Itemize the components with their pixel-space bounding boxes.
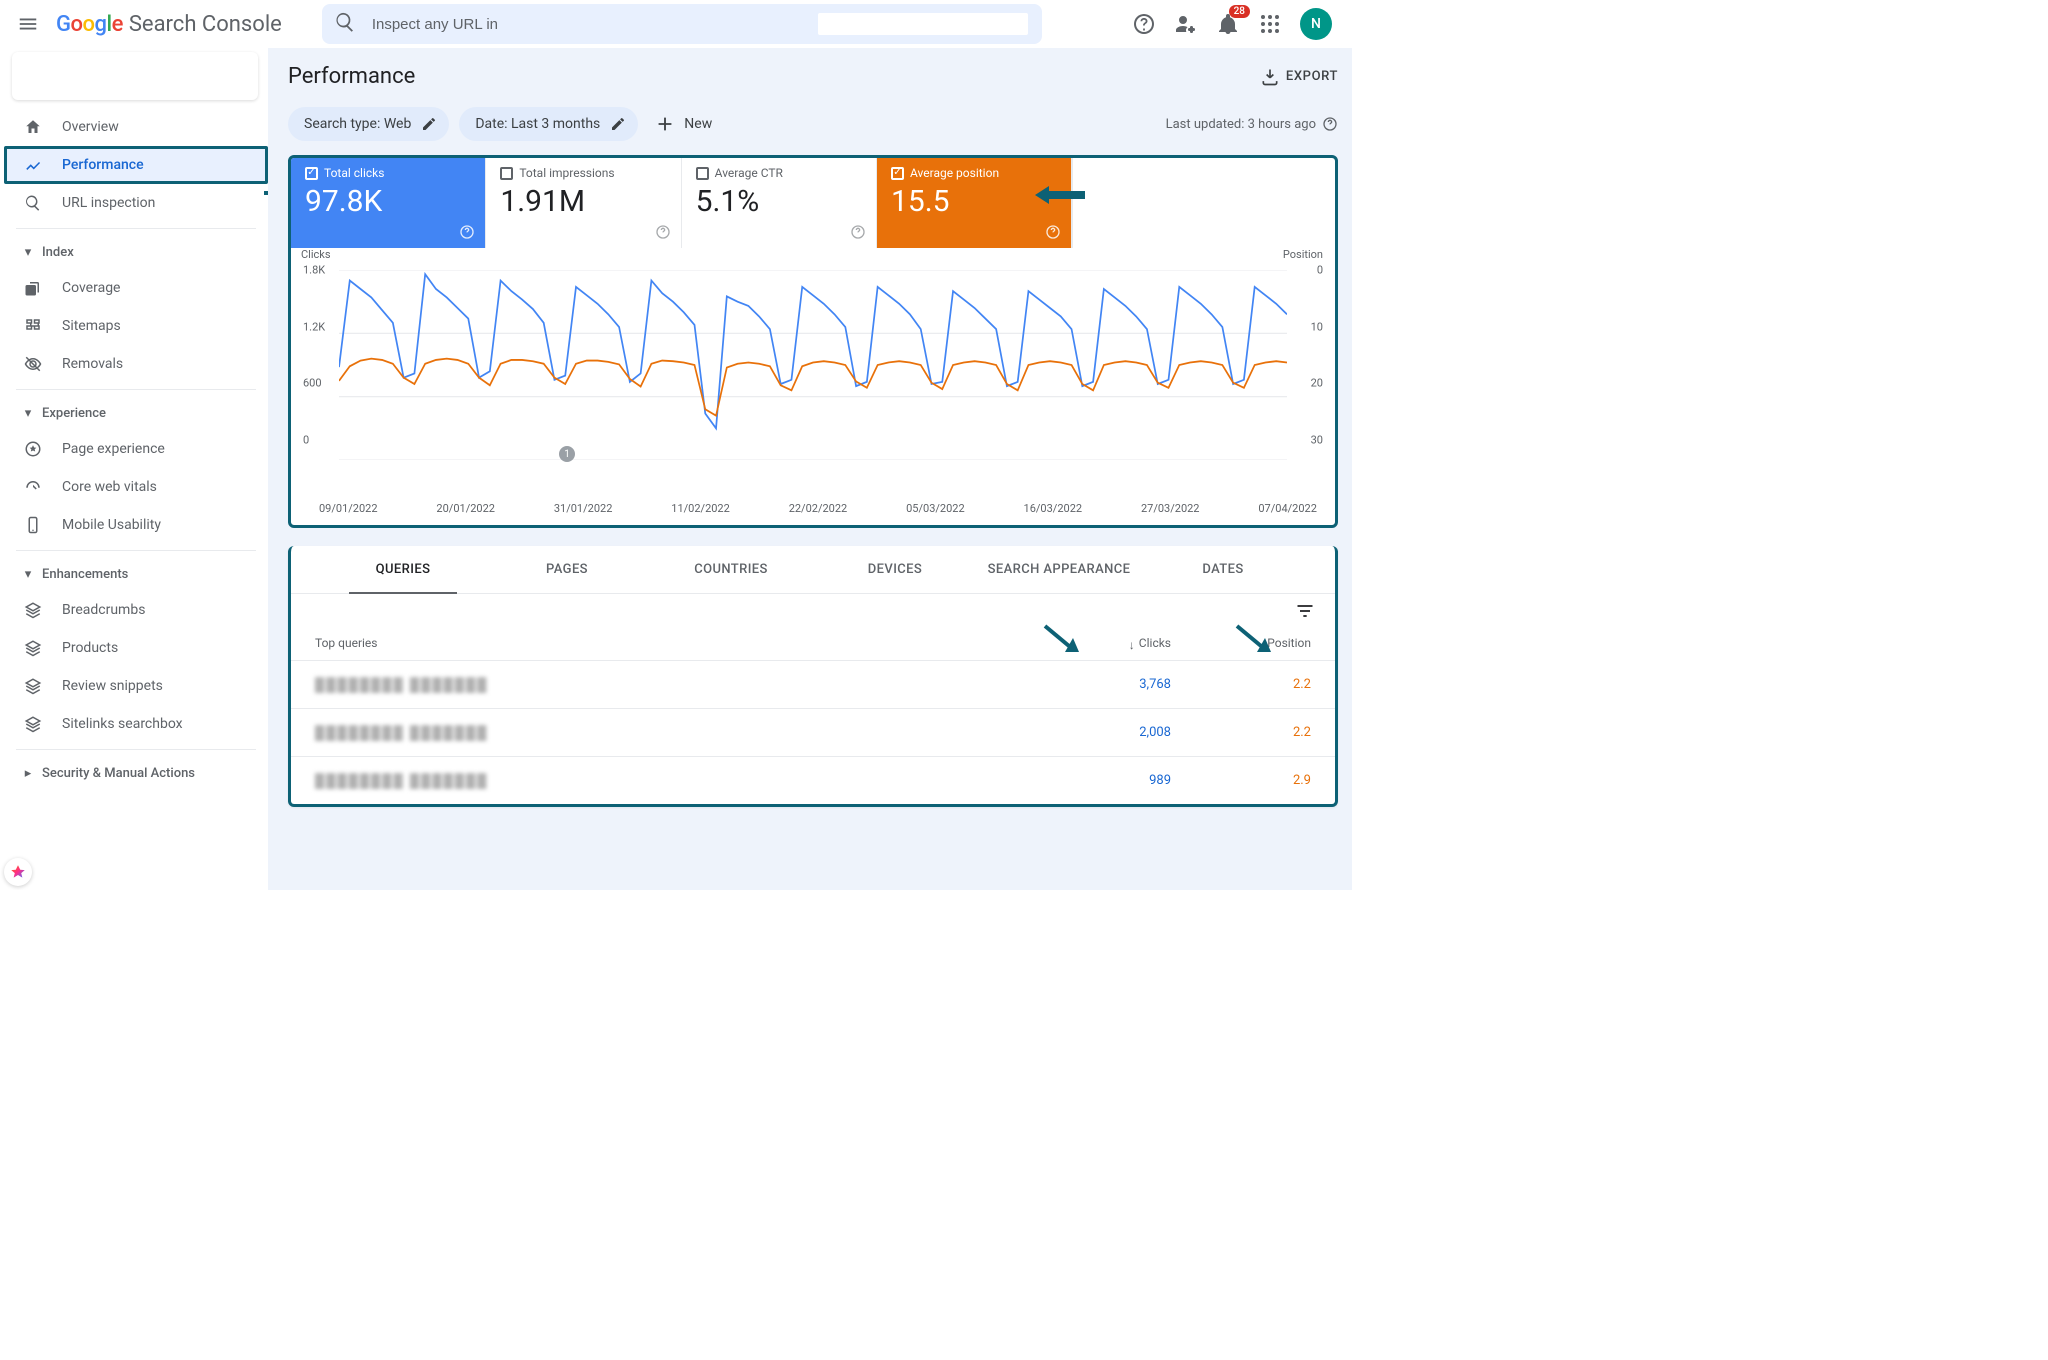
notifications-badge: 28	[1229, 5, 1250, 18]
checkbox-icon	[500, 167, 513, 180]
tab-countries[interactable]: COUNTRIES	[649, 546, 813, 593]
home-icon	[22, 118, 44, 136]
metric-average-ctr[interactable]: Average CTR 5.1%	[682, 158, 877, 248]
sidebar-item-coverage[interactable]: Coverage	[4, 269, 268, 307]
tab-search-appearance[interactable]: SEARCH APPEARANCE	[977, 546, 1141, 593]
layers-icon	[22, 601, 44, 619]
search-icon	[334, 11, 356, 37]
last-updated: Last updated: 3 hours ago	[1166, 116, 1338, 132]
sidebar-item-products[interactable]: Products	[4, 629, 268, 667]
sidebar-group-experience[interactable]: ▾Experience	[4, 396, 268, 430]
hamburger-menu[interactable]	[8, 4, 48, 44]
metric-blank	[1072, 158, 1335, 248]
tab-pages[interactable]: PAGES	[485, 546, 649, 593]
metric-total-impressions[interactable]: Total impressions 1.91M	[486, 158, 681, 248]
plus-icon	[654, 113, 676, 135]
checkbox-icon	[696, 167, 709, 180]
add-filter-button[interactable]: New	[654, 113, 712, 135]
extension-badge-icon[interactable]	[4, 858, 32, 886]
sidebar-item-label: URL inspection	[62, 195, 155, 211]
filter-icon[interactable]	[1295, 601, 1315, 621]
chip-search-type[interactable]: Search type: Web	[288, 107, 449, 141]
layers-icon	[22, 639, 44, 657]
phone-icon	[22, 516, 44, 534]
eye-off-icon	[22, 355, 44, 373]
table-row[interactable]: ████████ ███████2,0082.2	[291, 708, 1335, 756]
sort-desc-icon: ↓	[1129, 638, 1135, 652]
chart-card: Total clicks 97.8K Total impressions 1.9…	[288, 155, 1338, 528]
sidebar-item-mobile-usability[interactable]: Mobile Usability	[4, 506, 268, 544]
notifications-icon[interactable]: 28	[1216, 12, 1240, 36]
sidebar-item-sitemaps[interactable]: Sitemaps	[4, 307, 268, 345]
main-content: Performance EXPORT Search type: Web Date…	[268, 48, 1352, 890]
checkbox-icon	[305, 167, 318, 180]
sidebar-group-security[interactable]: ▸Security & Manual Actions	[4, 756, 268, 790]
pencil-icon	[421, 116, 437, 132]
help-small-icon[interactable]	[459, 224, 475, 240]
table-row[interactable]: ████████ ███████3,7682.2	[291, 660, 1335, 708]
google-logo: Google Search Console	[56, 12, 282, 37]
sidebar: Overview Performance URL inspection ▾Ind…	[0, 48, 268, 890]
help-small-icon[interactable]	[1322, 116, 1338, 132]
sidebar-item-core-web-vitals[interactable]: Core web vitals	[4, 468, 268, 506]
sidebar-item-breadcrumbs[interactable]: Breadcrumbs	[4, 591, 268, 629]
pencil-icon	[610, 116, 626, 132]
search-small-icon	[22, 194, 44, 212]
sidebar-item-performance[interactable]: Performance	[4, 146, 268, 184]
sidebar-group-enhancements[interactable]: ▾Enhancements	[4, 557, 268, 591]
sidebar-item-page-experience[interactable]: Page experience	[4, 430, 268, 468]
sidebar-item-url-inspection[interactable]: URL inspection	[4, 184, 268, 222]
sidebar-item-sitelinks-searchbox[interactable]: Sitelinks searchbox	[4, 705, 268, 743]
help-icon[interactable]	[1132, 12, 1156, 36]
product-name: Search Console	[129, 12, 282, 37]
performance-chart[interactable]: Clicks Position 1 06001.2K1.8K0102030	[291, 248, 1335, 498]
url-search[interactable]	[322, 4, 1042, 44]
gauge-icon	[22, 478, 44, 496]
tab-queries[interactable]: QUERIES	[321, 546, 485, 593]
star-circle-icon	[22, 440, 44, 458]
sidebar-item-label: Performance	[62, 157, 144, 173]
metric-total-clicks[interactable]: Total clicks 97.8K	[291, 158, 486, 248]
tab-devices[interactable]: DEVICES	[813, 546, 977, 593]
avatar[interactable]: N	[1300, 8, 1332, 40]
checkbox-icon	[891, 167, 904, 180]
sidebar-item-review-snippets[interactable]: Review snippets	[4, 667, 268, 705]
layers-icon	[22, 677, 44, 695]
chip-date[interactable]: Date: Last 3 months	[459, 107, 638, 141]
copy-icon	[22, 279, 44, 297]
table-row[interactable]: ████████ ███████9892.9	[291, 756, 1335, 804]
result-tabs: QUERIESPAGESCOUNTRIESDEVICESSEARCH APPEA…	[291, 546, 1335, 594]
annotation-arrow	[1041, 622, 1081, 656]
users-icon[interactable]	[1174, 12, 1198, 36]
tab-dates[interactable]: DATES	[1141, 546, 1305, 593]
redacted-domain	[818, 13, 1028, 35]
chart-x-labels: 09/01/202220/01/202231/01/202211/02/2022…	[291, 498, 1335, 525]
sitemap-icon	[22, 317, 44, 335]
sidebar-item-label: Overview	[62, 119, 119, 135]
sidebar-group-index[interactable]: ▾Index	[4, 235, 268, 269]
annotation-arrow	[1233, 622, 1273, 656]
apps-icon[interactable]	[1258, 12, 1282, 36]
property-selector[interactable]	[12, 52, 258, 100]
page-title: Performance	[288, 64, 415, 89]
annotation-arrow	[1035, 182, 1085, 208]
export-button[interactable]: EXPORT	[1260, 67, 1338, 87]
sidebar-item-removals[interactable]: Removals	[4, 345, 268, 383]
table-card: QUERIESPAGESCOUNTRIESDEVICESSEARCH APPEA…	[288, 546, 1338, 807]
help-small-icon[interactable]	[655, 224, 671, 240]
help-small-icon[interactable]	[1045, 224, 1061, 240]
sidebar-item-overview[interactable]: Overview	[4, 108, 268, 146]
help-small-icon[interactable]	[850, 224, 866, 240]
search-input[interactable]	[370, 15, 816, 34]
layers-icon	[22, 715, 44, 733]
trend-icon	[22, 156, 44, 174]
chart-annotation-marker[interactable]: 1	[559, 446, 575, 462]
col-queries[interactable]: Top queries	[315, 636, 1031, 650]
